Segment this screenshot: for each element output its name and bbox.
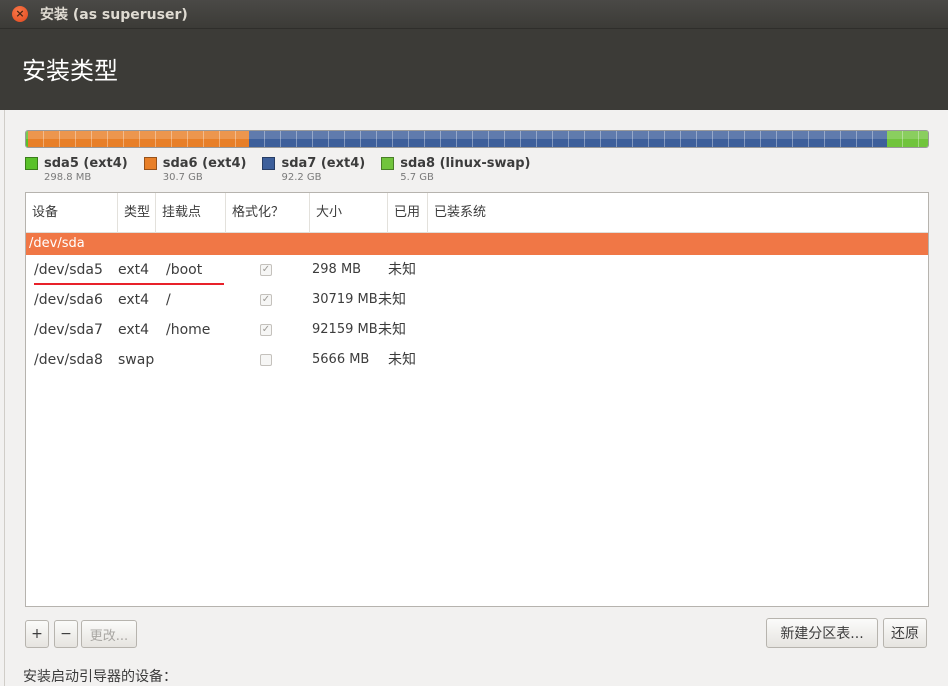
partition-bar-segment	[887, 131, 928, 147]
new-partition-table-button[interactable]: 新建分区表...	[766, 618, 878, 648]
column-used[interactable]: 已用	[388, 193, 428, 233]
legend-text: sda5 (ext4) 298.8 MB	[44, 155, 128, 184]
legend-name: sda6 (ext4)	[162, 156, 247, 171]
remove-partition-button[interactable]: −	[54, 620, 78, 648]
cell-type: swap	[118, 352, 155, 368]
partition-table[interactable]: 设备 类型 挂载点 格式化？ 大小 已用 已装系统 /dev/sda /dev/…	[25, 192, 929, 607]
segment-shine	[28, 131, 250, 139]
change-partition-button[interactable]: 更改...	[81, 620, 137, 648]
disk-row[interactable]: /dev/sda	[26, 233, 928, 255]
cell-device: /dev/sda7	[34, 322, 103, 338]
cell-device: /dev/sda6	[34, 292, 103, 308]
legend-item: sda8 (linux-swap) 5.7 GB	[381, 155, 531, 184]
cell-device: /dev/sda8	[34, 352, 103, 368]
cell-mount: /	[166, 292, 171, 308]
add-partition-button[interactable]: +	[25, 620, 49, 648]
cell-type: ext4	[118, 322, 150, 338]
cell-size: 5666 MB	[312, 352, 370, 367]
column-format[interactable]: 格式化？	[226, 193, 310, 233]
cell-device: /dev/sda5	[34, 262, 103, 278]
partition-rows: /dev/sda5 ext4/boot ✓ 298 MB 未知/dev/sda6 ext4…	[26, 255, 928, 375]
column-mount[interactable]: 挂载点	[156, 193, 226, 233]
bootloader-device-label: 安装启动引导器的设备：	[23, 669, 177, 685]
legend-name: sda5 (ext4)	[44, 156, 128, 171]
legend-name: sda8 (linux-swap)	[400, 156, 531, 171]
legend-text: sda8 (linux-swap) 5.7 GB	[400, 155, 530, 184]
window-titlebar: × 安装 (as superuser)	[0, 0, 948, 28]
page-title: 安装类型	[22, 57, 118, 85]
page-header: 安装类型	[0, 28, 948, 110]
legend-size: 92.2 GB	[281, 172, 322, 183]
cell-type: ext4	[118, 262, 150, 278]
cell-mount: /boot	[166, 262, 203, 278]
column-type[interactable]: 类型	[118, 193, 156, 233]
segment-shine	[887, 131, 928, 139]
table-row[interactable]: /dev/sda8 swap 5666 MB 未知	[26, 345, 928, 375]
legend-swatch	[262, 157, 276, 170]
cell-used: 未知	[388, 352, 416, 368]
column-system[interactable]: 已装系统	[428, 193, 548, 233]
cell-type: ext4	[118, 292, 150, 308]
cell-used: 未知	[388, 262, 416, 278]
legend-item: sda5 (ext4) 298.8 MB	[25, 155, 128, 184]
legend-swatch	[25, 157, 38, 170]
cell-used: 未知	[378, 292, 406, 308]
legend-size: 30.7 GB	[162, 172, 203, 183]
format-checkbox[interactable]: ✓	[260, 324, 272, 336]
legend-size: 5.7 GB	[400, 172, 434, 183]
partition-bar-segment	[249, 131, 888, 147]
cell-size: 92159 MB	[312, 322, 378, 337]
legend-swatch	[143, 157, 157, 170]
column-device[interactable]: 设备	[26, 193, 118, 233]
cell-mount: /home	[166, 322, 211, 338]
table-row[interactable]: /dev/sda6 ext4 / ✓ 30719 MB 未知	[26, 285, 928, 315]
format-checkbox[interactable]: ✓	[260, 264, 272, 276]
cell-size: 30719 MB	[312, 292, 378, 307]
close-icon[interactable]: ×	[12, 6, 28, 22]
legend-text: sda6 (ext4) 30.7 GB	[163, 155, 247, 184]
partition-bar-segment	[28, 131, 250, 147]
table-header: 设备 类型 挂载点 格式化？ 大小 已用 已装系统	[26, 193, 928, 233]
legend-name: sda7 (ext4)	[281, 156, 366, 171]
revert-button[interactable]: 还原	[883, 618, 927, 648]
column-size[interactable]: 大小	[310, 193, 388, 233]
partition-legend: sda5 (ext4) 298.8 MB sda6 (ext4) 30.7 GB sda…	[25, 155, 547, 184]
table-row[interactable]: /dev/sda5 ext4/boot ✓ 298 MB 未知	[26, 255, 928, 285]
legend-item: sda6 (ext4) 30.7 GB	[143, 155, 247, 184]
legend-swatch	[381, 157, 395, 170]
format-checkbox[interactable]	[260, 354, 272, 366]
table-row[interactable]: /dev/sda7 ext4/home ✓ 92159 MB 未知	[26, 315, 928, 345]
format-checkbox[interactable]: ✓	[260, 294, 272, 306]
segment-shine	[249, 131, 888, 139]
window-title: 安装 (as superuser)	[40, 7, 188, 23]
legend-item: sda7 (ext4) 92.2 GB	[262, 155, 365, 184]
cell-size: 298 MB	[312, 262, 362, 277]
cell-used: 未知	[378, 322, 406, 338]
main-content: sda5 (ext4) 298.8 MB sda6 (ext4) 30.7 GB sda…	[4, 110, 948, 686]
legend-size: 298.8 MB	[44, 172, 92, 183]
legend-text: sda7 (ext4) 92.2 GB	[281, 155, 365, 184]
partition-bar	[25, 130, 929, 148]
